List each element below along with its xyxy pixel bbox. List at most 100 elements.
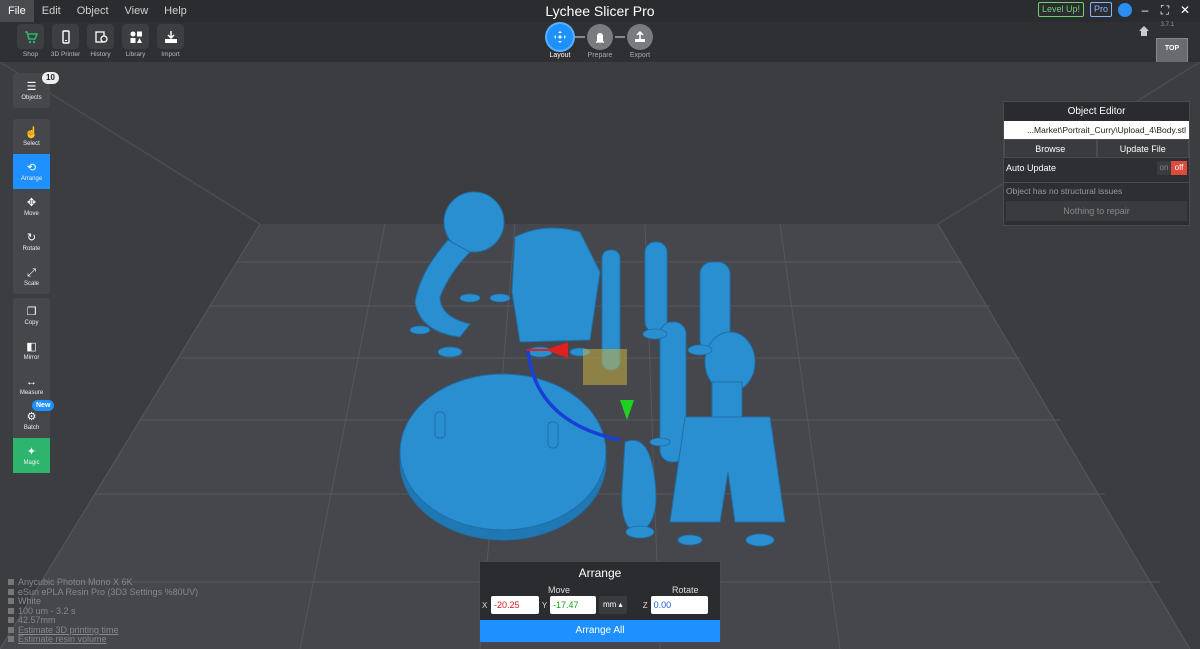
menu-file[interactable]: File bbox=[0, 0, 34, 22]
magic-label: Magic bbox=[23, 459, 40, 466]
mirror-icon: ◧ bbox=[26, 340, 37, 353]
object-editor-panel: Object Editor ...Market\Portrait_Curry\U… bbox=[1003, 101, 1190, 226]
mirror-tool[interactable]: ◧ Mirror bbox=[13, 333, 50, 368]
library-button[interactable]: Library bbox=[121, 24, 150, 58]
arrange-title: Arrange bbox=[578, 566, 622, 580]
library-label: Library bbox=[125, 51, 146, 58]
layer-icon bbox=[8, 607, 14, 614]
close-icon[interactable]: ✕ bbox=[1178, 3, 1192, 17]
base-peg[interactable] bbox=[547, 421, 559, 449]
shop-button[interactable]: Shop bbox=[16, 24, 45, 58]
maximize-icon[interactable]: ⛶ bbox=[1158, 3, 1172, 17]
auto-update-row: Auto Update on off bbox=[1004, 158, 1189, 178]
round-base-top[interactable] bbox=[399, 373, 607, 531]
step-export[interactable]: Export bbox=[625, 24, 655, 59]
menu-bar: File Edit Object View Help bbox=[0, 0, 195, 22]
view-cube-top: TOP bbox=[1164, 45, 1180, 52]
move-header: Move bbox=[548, 585, 571, 595]
layer-settings: 100 um - 3.2 s bbox=[18, 605, 76, 616]
rotate-tool[interactable]: ↻ Rotate bbox=[13, 224, 50, 259]
arrange-gizmo-plane[interactable] bbox=[583, 349, 627, 385]
arrange-tool[interactable]: ⟲ Arrange bbox=[13, 154, 50, 189]
step-prepare-label: Prepare bbox=[587, 52, 613, 59]
volume-icon bbox=[8, 636, 14, 642]
menu-view[interactable]: View bbox=[117, 0, 157, 22]
toggle-on[interactable]: on bbox=[1157, 161, 1171, 175]
estimate-time-link[interactable]: Estimate 3D printing time bbox=[18, 625, 119, 635]
printer-info: Anycubic Photon Mono X 6K eSun ePLA Resi… bbox=[8, 577, 198, 645]
arrange-fields: X -20.25 Y -17.47 mm ▴ Z 0.00 bbox=[482, 596, 708, 614]
jersey[interactable] bbox=[511, 227, 601, 343]
arrange-all-button[interactable]: Arrange All bbox=[480, 620, 720, 642]
utility-tools: ❐ Copy ◧ Mirror ↔ Measure ⚙ Batch ✦ Magi… bbox=[13, 298, 50, 473]
neck[interactable] bbox=[711, 381, 743, 423]
arrange-label: Arrange bbox=[20, 175, 43, 182]
3d-printer-button[interactable]: 3D Printer bbox=[51, 24, 80, 58]
copy-tool[interactable]: ❐ Copy bbox=[13, 298, 50, 333]
clock-icon bbox=[8, 626, 14, 633]
height-icon bbox=[8, 617, 14, 623]
toggle-off[interactable]: off bbox=[1171, 161, 1187, 175]
menu-edit[interactable]: Edit bbox=[34, 0, 69, 22]
rotate-icon: ↻ bbox=[26, 231, 37, 244]
arrange-panel: Arrange Move Rotate X -20.25 Y -17.47 mm… bbox=[479, 561, 721, 643]
step-layout[interactable]: Layout bbox=[545, 24, 575, 59]
copy-label: Copy bbox=[24, 319, 39, 326]
menu-help[interactable]: Help bbox=[156, 0, 195, 22]
cart-icon bbox=[17, 24, 44, 49]
version-label: 3.7.1 bbox=[1160, 22, 1174, 28]
x-input[interactable]: -20.25 bbox=[491, 596, 539, 614]
layout-icon bbox=[547, 24, 573, 50]
objects-label: Objects bbox=[21, 94, 42, 101]
mirror-label: Mirror bbox=[23, 354, 40, 361]
step-connector bbox=[575, 36, 585, 38]
resin-icon bbox=[8, 588, 14, 595]
library-icon bbox=[122, 24, 149, 49]
history-button[interactable]: History bbox=[86, 24, 115, 58]
base-peg[interactable] bbox=[434, 411, 446, 439]
resin-name[interactable]: eSun ePLA Resin Pro (3D3 Settings %80UV) bbox=[18, 587, 198, 597]
list-icon: ☰ bbox=[26, 80, 37, 93]
level-up-badge[interactable]: Level Up! bbox=[1037, 2, 1084, 17]
browse-button[interactable]: Browse bbox=[1004, 139, 1097, 158]
estimate-volume-link[interactable]: Estimate resin volume bbox=[18, 634, 107, 644]
scale-tool[interactable]: ⤢ Scale bbox=[13, 259, 50, 294]
volume-row: Estimate resin volume bbox=[8, 634, 198, 645]
x-label: X bbox=[482, 600, 488, 610]
import-button[interactable]: Import bbox=[156, 24, 185, 58]
history-icon bbox=[87, 24, 114, 49]
import-icon bbox=[157, 24, 184, 49]
move-tool[interactable]: ✥ Move bbox=[13, 189, 50, 224]
y-label: Y bbox=[541, 600, 548, 610]
batch-label: Batch bbox=[23, 424, 40, 431]
auto-update-label: Auto Update bbox=[1006, 163, 1057, 173]
unit-value: mm bbox=[603, 600, 617, 609]
pro-badge[interactable]: Pro bbox=[1089, 2, 1112, 17]
title-bar: File Edit Object View Help Lychee Slicer… bbox=[0, 0, 1200, 22]
printer-name[interactable]: Anycubic Photon Mono X 6K bbox=[18, 577, 133, 587]
user-icon[interactable] bbox=[1118, 2, 1132, 17]
minimize-icon[interactable]: – bbox=[1138, 3, 1152, 17]
arrange-icon: ⟲ bbox=[26, 161, 37, 174]
menu-object[interactable]: Object bbox=[69, 0, 117, 22]
home-icon[interactable] bbox=[1138, 24, 1150, 36]
history-label: History bbox=[90, 51, 111, 58]
z-rotate-input[interactable]: 0.00 bbox=[650, 596, 708, 614]
magic-tool[interactable]: ✦ Magic bbox=[13, 438, 50, 473]
printer-icon bbox=[52, 24, 79, 49]
import-label: Import bbox=[161, 51, 180, 58]
auto-update-toggle[interactable]: on off bbox=[1157, 161, 1187, 175]
update-file-button[interactable]: Update File bbox=[1096, 139, 1189, 158]
y-input[interactable]: -17.47 bbox=[550, 596, 596, 614]
measure-tool[interactable]: ↔ Measure bbox=[13, 368, 50, 403]
file-path-field[interactable]: ...Market\Portrait_Curry\Upload_4\Body.s… bbox=[1004, 121, 1189, 139]
step-layout-label: Layout bbox=[549, 52, 571, 59]
repair-button[interactable]: Nothing to repair bbox=[1006, 201, 1187, 221]
leg-part[interactable] bbox=[644, 241, 668, 333]
prepare-icon bbox=[587, 24, 613, 50]
select-tool[interactable]: ☝ Select bbox=[13, 119, 50, 154]
step-prepare[interactable]: Prepare bbox=[585, 24, 615, 59]
unit-select[interactable]: mm ▴ bbox=[599, 596, 627, 614]
toolbar-left: Shop 3D Printer History Library Import bbox=[16, 24, 185, 58]
export-icon bbox=[627, 24, 653, 50]
